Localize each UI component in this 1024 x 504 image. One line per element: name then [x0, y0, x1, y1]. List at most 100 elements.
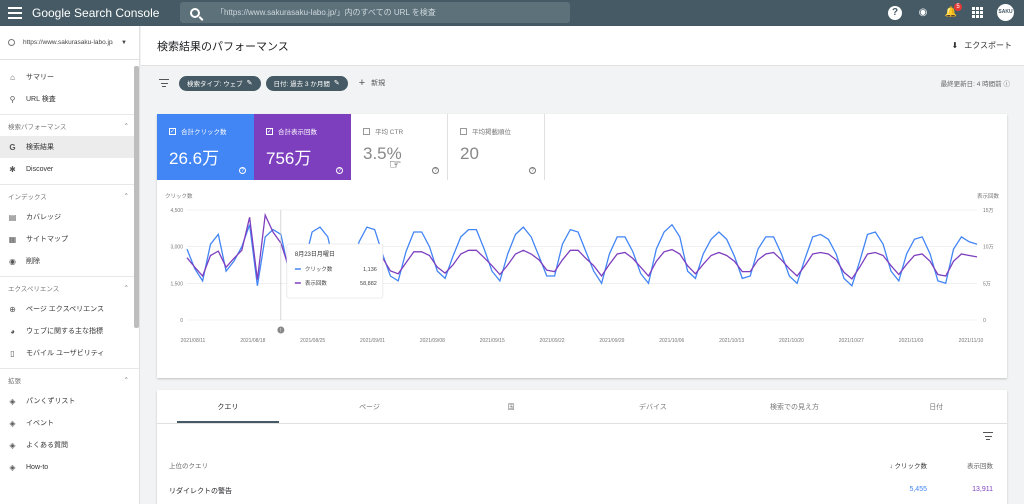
sidebar-item-page-experience[interactable]: ⊕ ページ エクスペリエンス — [0, 298, 139, 320]
plus-icon: + — [358, 77, 366, 89]
x-tick-label: 2021/08/18 — [240, 338, 265, 344]
tab-dates[interactable]: 日付 — [865, 390, 1007, 423]
sidebar-item-label: イベント — [26, 420, 54, 427]
top-actions: ? ◉ 🔔5 SAKU LABO — [888, 2, 1014, 32]
column-header-impressions[interactable]: 表示回数 — [967, 460, 993, 470]
sidebar-item-label: ウェブに関する主な指標 — [26, 328, 103, 335]
tab-queries[interactable]: クエリ — [157, 390, 299, 423]
column-header-clicks[interactable]: ↓ クリック数 — [889, 460, 927, 470]
users-icon[interactable]: ◉ — [916, 6, 930, 20]
table-header: 上位のクエリ ↓ クリック数 表示回数 — [157, 460, 1007, 474]
help-icon[interactable]: ? — [336, 167, 343, 174]
url-inspect-search-bar[interactable]: 「https://www.sakurasaku-labo.jp/」内のすべての … — [180, 2, 570, 23]
help-icon[interactable]: ⓘ — [1004, 81, 1011, 88]
y-tick-label-right: 15万 — [983, 208, 994, 214]
last-updated: 最終更新日: 4 時間前 ⓘ — [941, 78, 1010, 88]
hamburger-menu-icon[interactable] — [8, 7, 22, 19]
x-tick-label: 2021/08/11 — [181, 338, 206, 344]
performance-chart[interactable]: クリック数 表示回数4,500 15万3,000 10万1,500 5万0 02021/0… — [157, 184, 1007, 374]
checkbox-empty-icon[interactable] — [460, 127, 467, 135]
sidebar-item-label: カバレッジ — [26, 214, 61, 221]
sidebar-item-mobile-usability[interactable]: ▯ モバイル ユーザビリティ — [0, 342, 139, 364]
sidebar-item-discover[interactable]: ✱ Discover — [0, 158, 139, 180]
sidebar-item-core-web-vitals[interactable]: ◕ ウェブに関する主な指標 — [0, 320, 139, 342]
circle-plus-icon: ⊕ — [9, 304, 16, 314]
filter-chip-date[interactable]: 日付: 過去 3 か月間 ✎ — [265, 75, 348, 91]
sidebar-item-label: Discover — [26, 165, 54, 173]
y-tick-label-right: 0 — [983, 318, 986, 324]
app-title[interactable]: Google Search Console — [32, 6, 159, 20]
help-icon[interactable]: ? — [888, 5, 902, 20]
sidebar-item-removals[interactable]: ◉ 削除 — [0, 250, 139, 272]
sitemap-icon: ▦ — [8, 234, 17, 244]
sidebar-item-events[interactable]: ◈ イベント — [0, 412, 139, 434]
metric-value: 756万 — [266, 149, 312, 168]
tooltip-date: 8月23日月曜日 — [295, 251, 335, 258]
filter-icon[interactable] — [159, 79, 169, 87]
sidebar-item-breadcrumbs[interactable]: ◈ パンくずリスト — [0, 390, 139, 412]
phone-icon: ▯ — [10, 348, 15, 358]
x-tick-label: 2021/09/29 — [599, 338, 624, 344]
metric-average-position[interactable]: 平均掲載順位 20 ? — [448, 114, 545, 180]
help-icon[interactable]: ? — [239, 167, 246, 174]
column-header-clicks-label: クリック数 — [894, 463, 928, 470]
apps-grid-icon[interactable] — [972, 7, 983, 18]
table-filter-icon[interactable] — [983, 432, 993, 440]
checkbox-checked-icon[interactable]: ✓ — [266, 127, 273, 135]
sidebar-item-howto[interactable]: ◈ How-to — [0, 456, 139, 478]
search-input[interactable]: 「https://www.sakurasaku-labo.jp/」内のすべての … — [216, 7, 436, 18]
chevron-up-icon: ⌃ — [123, 192, 129, 200]
bell-icon[interactable]: 🔔 5 — [944, 2, 962, 20]
metric-total-clicks[interactable]: ✓ 合計クリック数 26.6万 ? — [157, 114, 254, 180]
chevron-up-icon: ⌃ — [123, 376, 129, 384]
help-icon[interactable]: ? — [432, 167, 439, 174]
sidebar: https://www.sakurasaku-labo.jp/ ▼ ⌂ サマリー… — [0, 26, 140, 504]
sidebar-item-label: よくある質問 — [26, 442, 68, 449]
search-icon — [190, 7, 200, 18]
checkbox-checked-icon[interactable]: ✓ — [169, 127, 176, 135]
sidebar-item-label: 削除 — [26, 258, 40, 265]
property-selector[interactable]: https://www.sakurasaku-labo.jp/ ▼ — [0, 26, 139, 60]
sidebar-section-experience[interactable]: エクスペリエンス ⌃ — [0, 276, 139, 298]
avatar[interactable]: SAKU LABO — [997, 4, 1014, 32]
y-tick-label-left: 0 — [180, 318, 183, 324]
tab-pages[interactable]: ページ — [299, 390, 441, 423]
metric-value: 20 — [460, 144, 479, 163]
file-icon: ▤ — [8, 212, 17, 222]
filter-chip-search-type[interactable]: 検索タイプ: ウェブ ✎ — [179, 75, 261, 91]
x-tick-label: 2021/09/08 — [420, 338, 445, 344]
checkbox-empty-icon[interactable] — [363, 127, 370, 135]
tab-search-appearance[interactable]: 検索での見え方 — [724, 390, 866, 423]
x-tick-label: 2021/09/15 — [480, 338, 505, 344]
column-header-query[interactable]: 上位のクエリ — [169, 460, 208, 470]
sidebar-item-sitemaps[interactable]: ▦ サイトマップ — [0, 228, 139, 250]
download-icon: ⬇ — [951, 41, 959, 50]
query-cell: リダイレクトの警告 — [169, 488, 232, 495]
sidebar-section-index[interactable]: インデックス ⌃ — [0, 184, 139, 206]
sidebar-section-enhancements[interactable]: 拡張 ⌃ — [0, 368, 139, 390]
sidebar-item-summary[interactable]: ⌂ サマリー — [0, 66, 139, 88]
pointer-cursor-icon: ☞ — [389, 156, 402, 172]
sidebar-item-coverage[interactable]: ▤ カバレッジ — [0, 206, 139, 228]
sidebar-item-search-results[interactable]: G 検索結果 — [0, 136, 139, 158]
help-icon[interactable]: ? — [529, 167, 536, 174]
page-title: 検索結果のパフォーマンス — [157, 40, 289, 53]
tab-devices[interactable]: デバイス — [582, 390, 724, 423]
sidebar-item-faq[interactable]: ◈ よくある質問 — [0, 434, 139, 456]
search-icon: ⚲ — [9, 94, 16, 104]
section-title: インデックス — [8, 193, 47, 201]
sidebar-item-url-inspect[interactable]: ⚲ URL 検査 — [0, 88, 139, 110]
y-tick-label-right: 10万 — [983, 245, 994, 251]
home-icon: ⌂ — [10, 72, 15, 82]
section-title: エクスペリエンス — [8, 285, 60, 293]
metric-total-impressions[interactable]: ✓ 合計表示回数 756万 ? — [254, 114, 351, 180]
sidebar-section-performance[interactable]: 検索パフォーマンス ⌃ — [0, 114, 139, 136]
chevron-up-icon: ⌃ — [123, 122, 129, 130]
export-button[interactable]: ⬇ エクスポート — [952, 40, 1012, 51]
tooltip-series-value: 1,136 — [363, 267, 377, 273]
sidebar-scrollbar[interactable] — [134, 66, 139, 328]
filter-bar: 検索タイプ: ウェブ ✎ 日付: 過去 3 か月間 ✎ + 新規 最終更新日: 4 … — [141, 66, 1024, 100]
x-tick-label: 2021/10/20 — [779, 338, 804, 344]
add-filter-button[interactable]: + 新規 — [359, 77, 385, 89]
tab-countries[interactable]: 国 — [440, 390, 582, 423]
